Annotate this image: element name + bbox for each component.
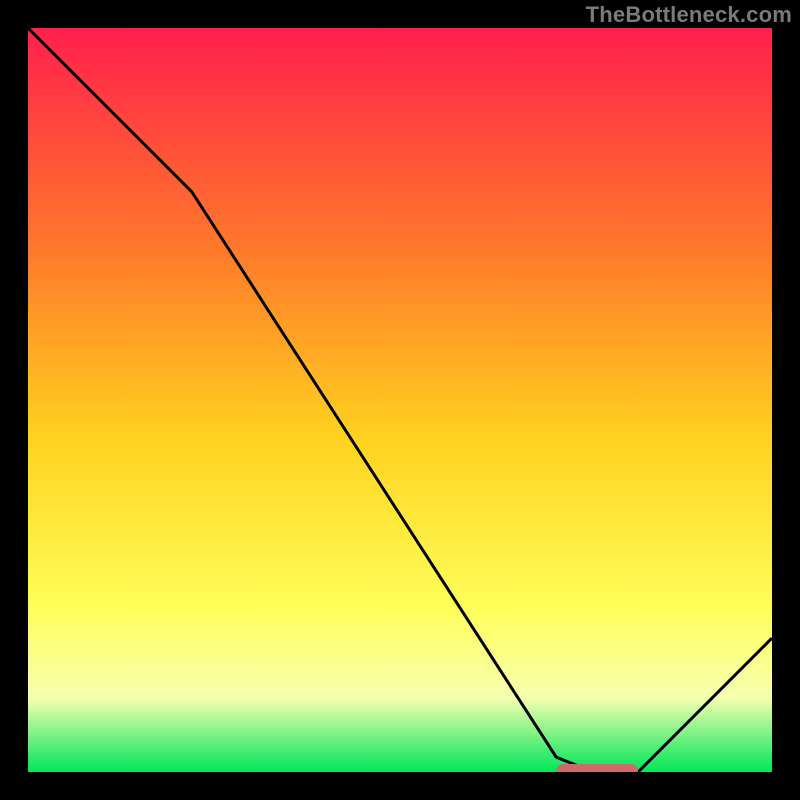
optimal-range-marker (556, 764, 638, 772)
plot-area (28, 28, 772, 772)
chart-frame: TheBottleneck.com (0, 0, 800, 800)
bottleneck-curve-chart (28, 28, 772, 772)
watermark-text: TheBottleneck.com (586, 2, 792, 28)
